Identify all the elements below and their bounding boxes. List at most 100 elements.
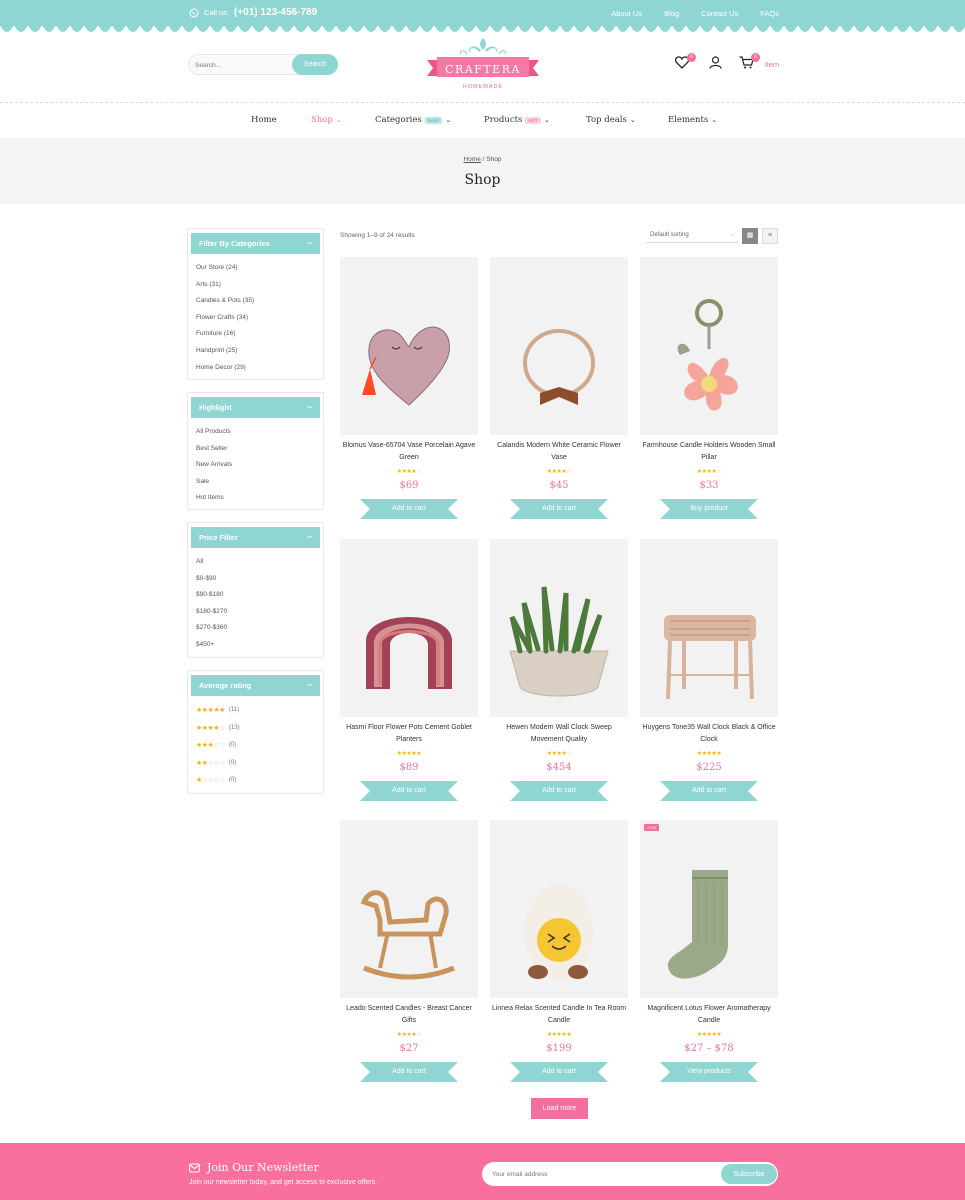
category-item[interactable]: Our Store (24) [196,260,323,277]
collapse-icon[interactable]: − [307,675,312,696]
breadcrumb-home[interactable]: Home [464,156,481,163]
highlight-item[interactable]: Sale [196,474,323,491]
nav-products[interactable]: Products HOT ⌄ [484,115,550,125]
account-button[interactable] [709,56,727,72]
hot-tag: HOT [525,116,541,124]
highlight-item[interactable]: All Products [196,424,323,441]
cart-label[interactable]: item [765,60,779,69]
product-name[interactable]: Huygens Tone35 Wall Clock Black & Office… [640,722,778,746]
nav-elements[interactable]: Elements ⌄ [668,115,717,125]
category-list: Our Store (24) Arts (31) Candles & Pots … [188,260,323,376]
collapse-icon[interactable]: − [307,527,312,548]
rating-item[interactable]: ★☆☆☆☆ (0) [196,772,323,790]
subscribe-button[interactable]: Subscribe [721,1164,777,1184]
product-image[interactable] [640,257,778,435]
product-name[interactable]: Leado Scented Candles - Breast Cancer Gi… [340,1003,478,1027]
widget-header[interactable]: Average rating − [191,675,320,696]
search-button[interactable]: Search [292,54,338,75]
list-view-button[interactable]: ≡ [762,228,778,244]
site-logo[interactable]: CRAFTERA HOMEMADE [427,36,539,98]
product-card[interactable]: Linnea Relax Scented Candle In Tea Room … [490,820,628,1082]
cart-count-badge: 0 [751,53,760,62]
product-card[interactable]: Hasmi Floor Flower Pots Cement Goblet Pl… [340,539,478,801]
add-to-cart-button[interactable]: Add to cart [510,499,608,519]
product-name[interactable]: Farmhouse Candle Holders Wooden Small Pi… [640,440,778,464]
email-input[interactable] [492,1168,692,1180]
add-to-cart-button[interactable]: Add to cart [510,781,608,801]
price-item[interactable]: $450+ [196,637,323,654]
highlight-widget: Highlight − All Products Best Seller New… [187,392,324,510]
nav-top-deals[interactable]: Top deals ⌄ [586,115,636,125]
product-name[interactable]: Calandis Modern White Ceramic Flower Vas… [490,440,628,464]
product-card[interactable]: Leado Scented Candles - Breast Cancer Gi… [340,820,478,1082]
nav-categories[interactable]: Categories SALE ⌄ [375,115,451,125]
product-name[interactable]: Linnea Relax Scented Candle In Tea Room … [490,1003,628,1027]
collapse-icon[interactable]: − [307,397,312,418]
product-rating: ★★★★★ [696,1032,722,1038]
product-name[interactable]: Blomus Vase-65704 Vase Porcelain Agave G… [340,440,478,464]
product-card[interactable]: Blomus Vase-65704 Vase Porcelain Agave G… [340,257,478,519]
widget-title: Filter By Categories [199,239,270,248]
wishlist-count-badge: 0 [687,53,696,62]
nav-shop[interactable]: Shop ⌄ [311,115,342,125]
add-to-cart-button[interactable]: Add to cart [360,1062,458,1082]
cart-button[interactable]: 0 [739,53,760,72]
add-to-cart-button[interactable]: Add to cart [510,1062,608,1082]
page-title: Shop [464,172,501,188]
price-item[interactable]: $0-$90 [196,571,323,588]
link-faqs[interactable]: FAQs [760,9,779,18]
product-image[interactable] [340,820,478,998]
category-item[interactable]: Flower Crafts (34) [196,310,323,327]
product-image[interactable] [490,539,628,717]
product-name[interactable]: Hasmi Floor Flower Pots Cement Goblet Pl… [340,722,478,746]
product-image[interactable] [490,820,628,998]
price-item[interactable]: $90-$180 [196,587,323,604]
product-card[interactable]: Hewen Modern Wall Clock Sweep Movement Q… [490,539,628,801]
add-to-cart-button[interactable]: Add to cart [660,781,758,801]
add-to-cart-button[interactable]: Add to cart [360,499,458,519]
widget-header[interactable]: Price Filter − [191,527,320,548]
link-contact-us[interactable]: Contact Us [701,9,738,18]
rating-item[interactable]: ★★★★☆ (13) [196,720,323,738]
product-card[interactable]: Huygens Tone35 Wall Clock Black & Office… [640,539,778,801]
link-blog[interactable]: Blog [664,9,679,18]
widget-header[interactable]: Filter By Categories − [191,233,320,254]
product-card[interactable]: Calandis Modern White Ceramic Flower Vas… [490,257,628,519]
highlight-item[interactable]: New Arrivals [196,457,323,474]
product-image[interactable] [640,539,778,717]
product-image[interactable] [490,257,628,435]
product-image[interactable] [340,539,478,717]
product-name[interactable]: Hewen Modern Wall Clock Sweep Movement Q… [490,722,628,746]
category-item[interactable]: Home Decor (29) [196,360,323,377]
add-to-cart-button[interactable]: Buy product [660,499,758,519]
price-item[interactable]: $270-$360 [196,620,323,637]
wishlist-button[interactable]: 0 [674,53,696,72]
add-to-cart-button[interactable]: View products [660,1062,758,1082]
category-item[interactable]: Arts (31) [196,277,323,294]
category-item[interactable]: Candles & Pots (35) [196,293,323,310]
grid-view-button[interactable]: ▦ [742,228,758,244]
collapse-icon[interactable]: − [307,233,312,254]
nav-home[interactable]: Home [251,115,277,125]
highlight-item[interactable]: Hot Items [196,490,323,507]
widget-header[interactable]: Highlight − [191,397,320,418]
product-card[interactable]: -12% Magnificent Lotus Flower Aromatherap… [640,820,778,1082]
rating-item[interactable]: ★★★☆☆ (0) [196,737,323,755]
product-image[interactable] [340,257,478,435]
link-about-us[interactable]: About Us [611,9,642,18]
rating-item[interactable]: ★★☆☆☆ (0) [196,755,323,773]
price-item[interactable]: $180-$270 [196,604,323,621]
product-name[interactable]: Magnificent Lotus Flower Aromatherapy Ca… [640,1003,778,1027]
load-more-button[interactable]: Load more [531,1098,588,1119]
add-to-cart-button[interactable]: Add to cart [360,781,458,801]
category-item[interactable]: Furniture (16) [196,326,323,343]
sort-select[interactable]: Default sorting ⌵ [646,228,738,243]
search-input[interactable] [195,59,291,71]
phone-number[interactable]: (+01) 123-456-789 [234,7,317,18]
rating-item[interactable]: ★★★★★ (11) [196,702,323,720]
highlight-item[interactable]: Best Seller [196,441,323,458]
category-item[interactable]: Handprint (25) [196,343,323,360]
price-item[interactable]: All [196,554,323,571]
product-card[interactable]: Farmhouse Candle Holders Wooden Small Pi… [640,257,778,519]
product-image[interactable]: -12% [640,820,778,998]
